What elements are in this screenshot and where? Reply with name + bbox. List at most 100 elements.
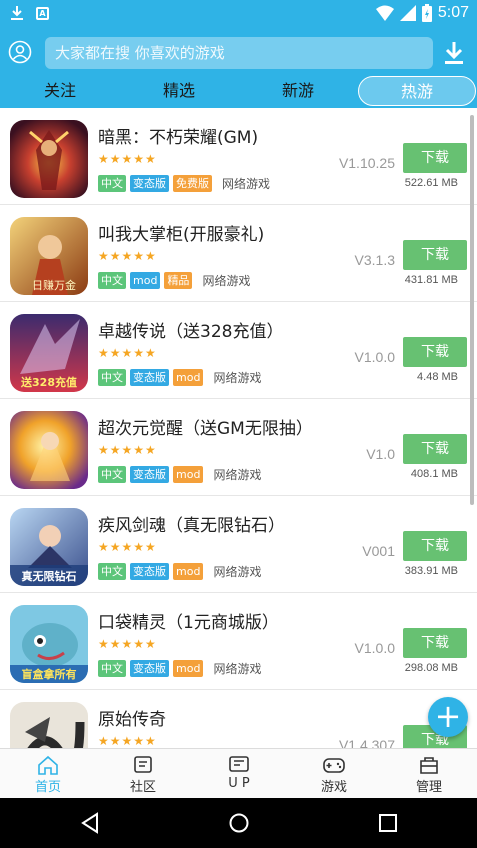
nav-community[interactable]: 社区	[113, 751, 173, 797]
game-category: 网络游戏	[213, 468, 262, 482]
game-icon-swordsoul[interactable]: 真无限钻石	[10, 508, 88, 586]
recents-icon[interactable]	[378, 813, 398, 833]
rating-stars: ★★★★★	[98, 637, 157, 651]
game-title: 暗黑：不朽荣耀(GM)	[98, 128, 259, 148]
user-avatar-button[interactable]	[8, 40, 32, 64]
nav-up-label: U P	[228, 776, 250, 791]
file-size: 298.08 MB	[404, 662, 458, 674]
game-row[interactable]: 原始传奇 ★★★★★ V1.4.307 下载	[0, 690, 477, 748]
game-title: 超次元觉醒（送GM无限抽）	[98, 419, 313, 439]
nav-games[interactable]: 游戏	[304, 751, 364, 797]
rating-stars: ★★★★★	[98, 152, 157, 166]
thumb-caption: 日赚万金	[32, 278, 76, 292]
download-button[interactable]: 下载	[403, 628, 467, 658]
file-size: 408.1 MB	[410, 468, 458, 480]
tag-badge: 中文	[98, 369, 126, 386]
rating-stars: ★★★★★	[98, 443, 157, 457]
game-row[interactable]: 超次元觉醒（送GM无限抽） ★★★★★ 中文 变态版 mod 网络游戏 V1.0…	[0, 399, 477, 496]
game-row[interactable]: 盲盒拿所有 口袋精灵（1元商城版） ★★★★★ 中文 变态版 mod 网络游戏 …	[0, 593, 477, 690]
tag-badge: 变态版	[130, 369, 169, 386]
game-icon-pocket-elf[interactable]: 盲盒拿所有	[10, 605, 88, 683]
home-icon	[38, 755, 58, 775]
download-notification-icon	[11, 6, 23, 20]
game-version: V1.10.25	[338, 155, 395, 171]
rating-stars: ★★★★★	[98, 540, 157, 554]
download-button[interactable]: 下载	[403, 143, 467, 173]
nav-community-label: 社区	[129, 780, 156, 795]
status-right: 5:07	[375, 4, 469, 22]
add-fab-button[interactable]: +	[428, 697, 468, 737]
tag-badge: mod	[173, 369, 204, 386]
game-title: 原始传奇	[98, 710, 166, 730]
nav-home[interactable]: 首页	[18, 751, 78, 797]
tag-badge: 变态版	[130, 175, 169, 192]
tag-list: 中文 变态版 免费版 网络游戏	[98, 175, 270, 192]
home-circle-icon[interactable]	[228, 812, 250, 834]
tab-featured[interactable]: 精选	[139, 76, 219, 106]
manage-icon	[420, 757, 438, 774]
tag-badge: 中文	[98, 175, 126, 192]
tag-list: 中文 变态版 mod 网络游戏	[98, 369, 261, 386]
game-version: V1.0	[366, 446, 395, 462]
list-scrollbar[interactable]	[470, 115, 474, 505]
file-size: 4.48 MB	[417, 371, 458, 383]
tag-list: 中文 变态版 mod 网络游戏	[98, 660, 261, 677]
tag-badge: mod	[173, 466, 204, 483]
thumb-caption: 送328充值	[20, 375, 77, 389]
download-button[interactable]: 下载	[403, 337, 467, 367]
tag-badge: 中文	[98, 660, 126, 677]
nav-manage[interactable]: 管理	[399, 751, 459, 797]
up-icon	[229, 756, 249, 772]
game-version: V1.0.0	[354, 349, 395, 365]
nav-up[interactable]: U P	[209, 751, 269, 797]
game-title: 疾风剑魂（真无限钻石）	[98, 516, 285, 536]
download-button[interactable]: 下载	[403, 240, 467, 270]
battery-icon	[421, 4, 432, 22]
tag-list: 中文 变态版 mod 网络游戏	[98, 563, 261, 580]
thumb-caption: 盲盒拿所有	[22, 667, 77, 681]
tab-follow[interactable]: 关注	[20, 76, 100, 106]
tag-list: 中文 变态版 mod 网络游戏	[98, 466, 261, 483]
download-button[interactable]: 下载	[403, 531, 467, 561]
file-size: 431.81 MB	[404, 274, 458, 286]
rating-stars: ★★★★★	[98, 249, 157, 263]
download-button[interactable]: 下载	[403, 434, 467, 464]
game-title: 口袋精灵（1元商城版）	[98, 613, 279, 633]
game-title: 卓越传说（送328充值）	[98, 322, 284, 342]
game-category: 网络游戏	[202, 274, 251, 288]
download-icon	[445, 42, 463, 64]
search-input[interactable]: 大家都在搜 你喜欢的游戏	[45, 37, 433, 69]
nav-manage-label: 管理	[415, 780, 442, 795]
game-icon-legend[interactable]: 送328充值	[10, 314, 88, 392]
game-row[interactable]: 真无限钻石 疾风剑魂（真无限钻石） ★★★★★ 中文 变态版 mod 网络游戏 …	[0, 496, 477, 593]
game-category: 网络游戏	[222, 177, 271, 191]
tag-badge: 变态版	[130, 466, 169, 483]
game-row[interactable]: 送328充值 卓越传说（送328充值） ★★★★★ 中文 变态版 mod 网络游…	[0, 302, 477, 399]
rating-stars: ★★★★★	[98, 734, 157, 748]
game-title: 叫我大掌柜(开服豪礼)	[98, 225, 265, 245]
game-row[interactable]: 暗黑：不朽荣耀(GM) ★★★★★ 中文 变态版 免费版 网络游戏 V1.10.…	[0, 108, 477, 205]
back-icon[interactable]	[80, 812, 100, 834]
game-icon-shopkeeper[interactable]: 日赚万金	[10, 217, 88, 295]
status-time: 5:07	[437, 4, 469, 21]
tab-hot-games[interactable]: 热游	[358, 76, 476, 106]
game-icon-dimension[interactable]	[10, 411, 88, 489]
thumb-caption: 真无限钻石	[22, 569, 77, 583]
game-icon-primitive-legend[interactable]	[10, 702, 88, 748]
download-manager-button[interactable]	[443, 40, 465, 66]
game-list[interactable]: 暗黑：不朽荣耀(GM) ★★★★★ 中文 变态版 免费版 网络游戏 V1.10.…	[0, 108, 477, 748]
rating-stars: ★★★★★	[98, 346, 157, 360]
status-bar: A 5:07	[0, 0, 477, 30]
tab-new-games[interactable]: 新游	[258, 76, 338, 106]
tag-badge: mod	[173, 660, 204, 677]
tag-list: 中文 mod 精品 网络游戏	[98, 272, 250, 289]
game-row[interactable]: 日赚万金 叫我大掌柜(开服豪礼) ★★★★★ 中文 mod 精品 网络游戏 V3…	[0, 205, 477, 302]
user-icon	[8, 40, 32, 64]
signal-icon	[399, 5, 416, 21]
file-size: 522.61 MB	[404, 177, 458, 189]
game-category: 网络游戏	[213, 565, 262, 579]
top-header: 大家都在搜 你喜欢的游戏 关注 精选 新游 热游	[0, 30, 477, 108]
game-icon-diablo[interactable]	[10, 120, 88, 198]
tag-badge: 变态版	[130, 563, 169, 580]
game-category: 网络游戏	[213, 662, 262, 676]
